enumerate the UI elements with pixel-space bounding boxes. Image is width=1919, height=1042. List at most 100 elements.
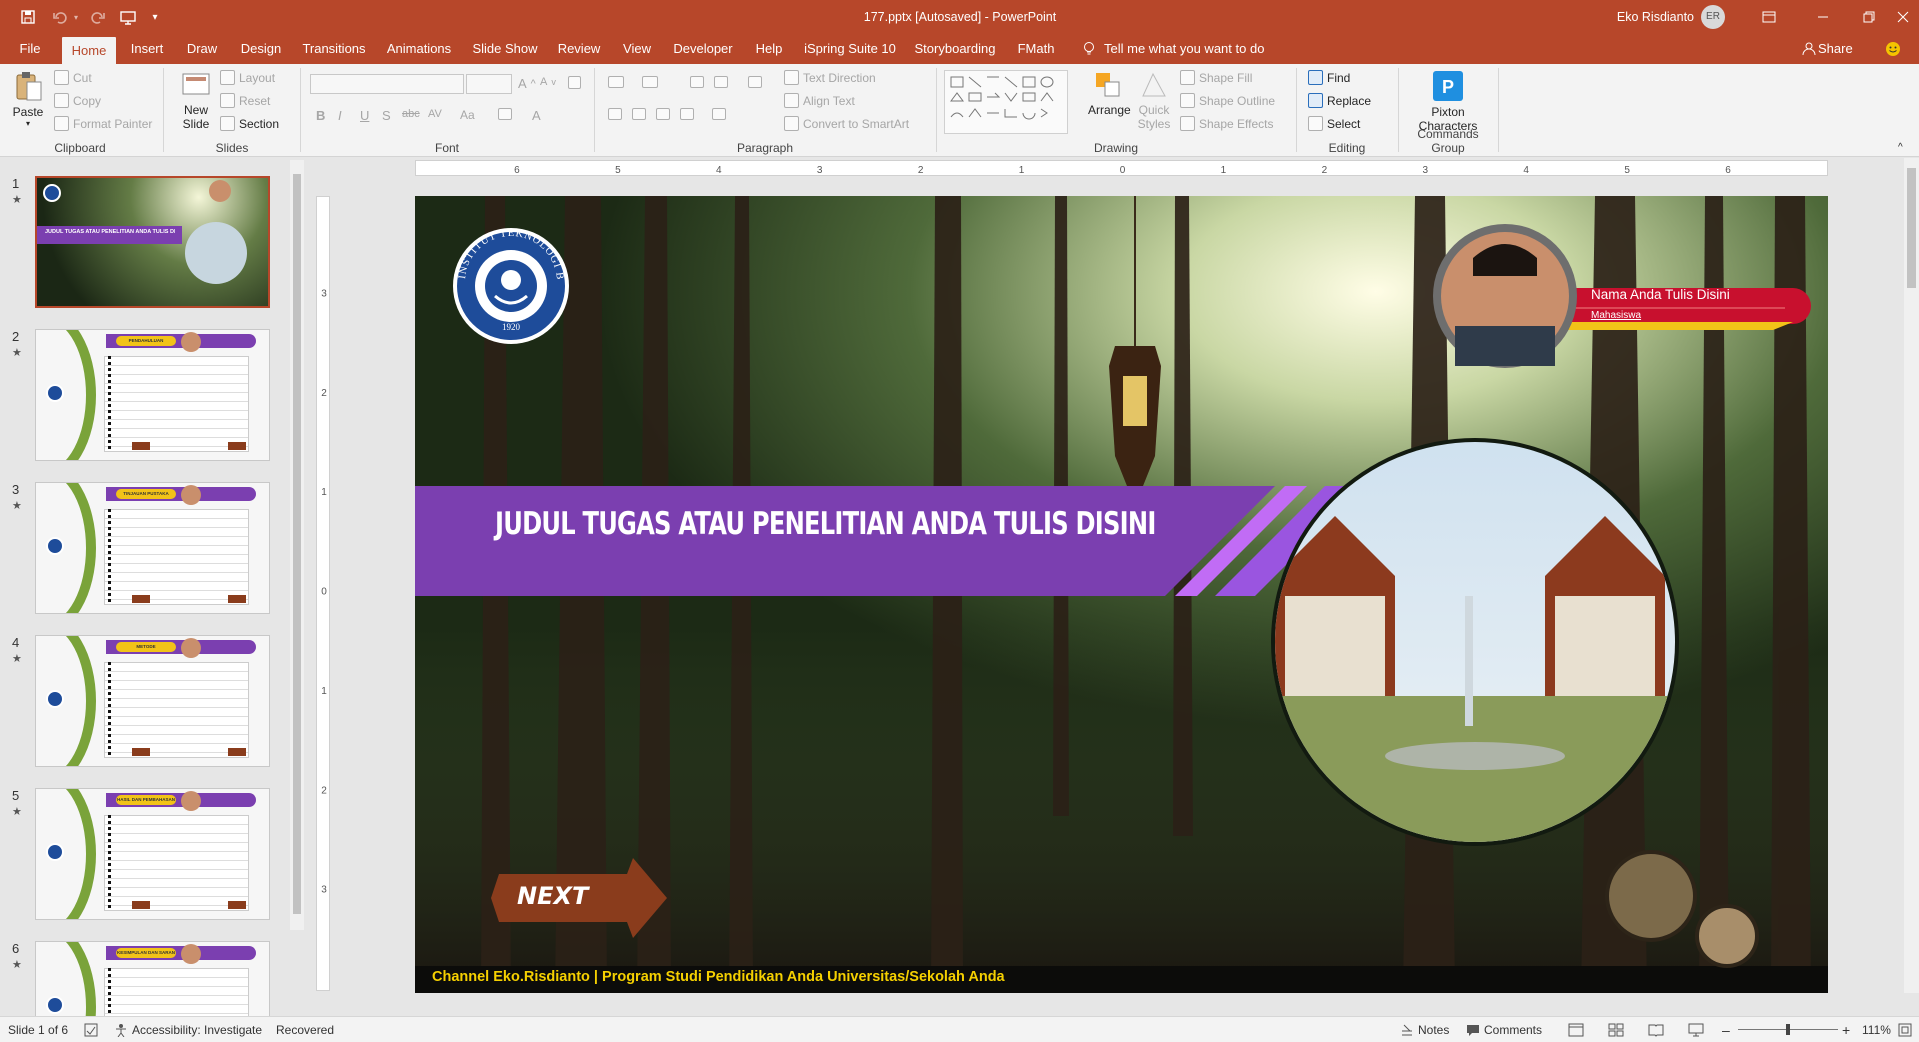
- share-button[interactable]: Share: [1818, 34, 1858, 64]
- columns-icon[interactable]: [712, 108, 726, 120]
- tab-transitions[interactable]: Transitions: [298, 34, 370, 64]
- align-text-button[interactable]: Align Text: [784, 93, 855, 108]
- zoom-level[interactable]: 111%: [1862, 1017, 1891, 1042]
- justify-icon[interactable]: [680, 108, 694, 120]
- presenter-name[interactable]: Nama Anda Tulis Disini: [1591, 287, 1791, 309]
- tab-draw[interactable]: Draw: [178, 34, 226, 64]
- slide-thumbnail[interactable]: HASIL DAN PEMBAHASAN: [35, 788, 270, 920]
- tab-ispring-suite[interactable]: iSpring Suite 10: [800, 34, 900, 64]
- restore-icon[interactable]: [1846, 0, 1892, 34]
- decrease-font-size-icon[interactable]: Av: [540, 76, 556, 88]
- character-spacing-icon[interactable]: AV: [428, 108, 442, 120]
- bullets-icon[interactable]: [608, 76, 624, 88]
- new-slide-button[interactable]: New Slide: [176, 70, 216, 131]
- tab-developer[interactable]: Developer: [668, 34, 738, 64]
- undo-icon[interactable]: [48, 0, 72, 34]
- zoom-in-icon[interactable]: +: [1842, 1017, 1850, 1042]
- slide-thumbnail[interactable]: JUDUL TUGAS ATAU PENELITIAN ANDA TULIS D…: [35, 176, 270, 308]
- cut-button[interactable]: Cut: [54, 70, 92, 85]
- tab-review[interactable]: Review: [552, 34, 606, 64]
- tab-help[interactable]: Help: [748, 34, 790, 64]
- tab-animations[interactable]: Animations: [380, 34, 458, 64]
- collapse-ribbon-icon[interactable]: ^: [1898, 142, 1903, 153]
- avatar[interactable]: ER: [1700, 0, 1726, 34]
- quick-styles-button[interactable]: Quick Styles: [1136, 70, 1172, 131]
- replace-button[interactable]: Replace: [1308, 93, 1371, 108]
- next-button[interactable]: NEXT: [517, 882, 607, 914]
- customize-qat-icon[interactable]: ▾: [146, 0, 164, 34]
- shapes-gallery[interactable]: [944, 70, 1068, 134]
- spelling-icon[interactable]: [84, 1017, 98, 1042]
- paste-dropdown-icon[interactable]: ▾: [10, 119, 46, 128]
- slide-thumbnail[interactable]: METODE: [35, 635, 270, 767]
- tab-storyboarding[interactable]: Storyboarding: [910, 34, 1000, 64]
- zoom-slider[interactable]: [1738, 1017, 1838, 1042]
- change-case-icon[interactable]: Aa: [460, 108, 475, 122]
- start-from-beginning-icon[interactable]: [116, 0, 140, 34]
- font-color-icon[interactable]: A: [532, 108, 541, 123]
- numbering-icon[interactable]: [642, 76, 658, 88]
- shape-outline-button[interactable]: Shape Outline: [1180, 93, 1275, 108]
- clear-formatting-icon[interactable]: [568, 76, 581, 89]
- ribbon-display-options-icon[interactable]: [1746, 0, 1792, 34]
- decrease-indent-icon[interactable]: [690, 76, 704, 88]
- comments-button[interactable]: Comments: [1484, 1017, 1542, 1042]
- line-spacing-icon[interactable]: [748, 76, 762, 88]
- accessibility-status[interactable]: Accessibility: Investigate: [132, 1017, 262, 1042]
- slide-scroll-thumb[interactable]: [1907, 168, 1916, 288]
- bold-icon[interactable]: B: [316, 108, 325, 123]
- slide-footer[interactable]: Channel Eko.Risdianto | Program Studi Pe…: [432, 969, 1332, 991]
- notes-icon[interactable]: [1400, 1017, 1414, 1042]
- copy-button[interactable]: Copy: [54, 93, 101, 108]
- save-icon[interactable]: [16, 0, 40, 34]
- reset-button[interactable]: Reset: [220, 93, 270, 108]
- notes-button[interactable]: Notes: [1418, 1017, 1449, 1042]
- comments-icon[interactable]: [1466, 1017, 1480, 1042]
- slide-sorter-icon[interactable]: [1608, 1017, 1624, 1042]
- tab-insert[interactable]: Insert: [124, 34, 170, 64]
- find-button[interactable]: Find: [1308, 70, 1350, 85]
- thumbnails-scroll-thumb[interactable]: [293, 174, 301, 914]
- highlight-icon[interactable]: [498, 108, 512, 120]
- convert-smartart-button[interactable]: Convert to SmartArt: [784, 116, 909, 131]
- increase-font-size-icon[interactable]: A ^: [518, 76, 536, 91]
- slide-scrollbar[interactable]: [1904, 158, 1919, 993]
- thumbnails-scrollbar[interactable]: [290, 160, 304, 930]
- fit-to-window-icon[interactable]: [1898, 1017, 1912, 1042]
- redo-icon[interactable]: [86, 0, 110, 34]
- align-left-icon[interactable]: [608, 108, 622, 120]
- tab-fmath[interactable]: FMath: [1010, 34, 1062, 64]
- tell-me-search[interactable]: Tell me what you want to do: [1104, 34, 1284, 64]
- slide-canvas[interactable]: INSTITUT TEKNOLOGI BANDUNG 1920 JUDUL TU…: [415, 196, 1828, 993]
- slide-thumbnail[interactable]: TINJAUAN PUSTAKA: [35, 482, 270, 614]
- zoom-slider-thumb[interactable]: [1786, 1024, 1790, 1035]
- arrange-button[interactable]: Arrange: [1088, 70, 1131, 117]
- paste-button[interactable]: Paste ▾: [10, 70, 46, 134]
- undo-dropdown-icon[interactable]: ▾: [70, 0, 82, 34]
- section-button[interactable]: Section: [220, 116, 279, 131]
- pixton-characters-button[interactable]: P Pixton Characters: [1412, 70, 1484, 133]
- slide-thumbnail[interactable]: PENDAHULUAN: [35, 329, 270, 461]
- user-name[interactable]: Eko Risdianto: [1612, 0, 1694, 34]
- align-center-icon[interactable]: [632, 108, 646, 120]
- tab-view[interactable]: View: [616, 34, 658, 64]
- tab-design[interactable]: Design: [232, 34, 290, 64]
- reading-view-icon[interactable]: [1648, 1017, 1664, 1042]
- slide-title[interactable]: JUDUL TUGAS ATAU PENELITIAN ANDA TULIS D…: [495, 506, 1156, 550]
- strikethrough-icon[interactable]: abc: [402, 108, 420, 120]
- close-icon[interactable]: [1888, 0, 1918, 34]
- format-painter-button[interactable]: Format Painter: [54, 116, 152, 131]
- tab-file[interactable]: File: [10, 34, 50, 64]
- feedback-smiley-icon[interactable]: [1882, 34, 1904, 64]
- shadow-icon[interactable]: S: [382, 108, 391, 123]
- accessibility-icon[interactable]: [114, 1017, 128, 1042]
- align-right-icon[interactable]: [656, 108, 670, 120]
- presenter-role[interactable]: Mahasiswa: [1591, 310, 1711, 324]
- tab-home[interactable]: Home: [62, 37, 116, 64]
- layout-button[interactable]: Layout: [220, 70, 275, 85]
- font-size-combo[interactable]: [466, 74, 512, 94]
- normal-view-icon[interactable]: [1568, 1017, 1584, 1042]
- slide-show-icon[interactable]: [1688, 1017, 1704, 1042]
- text-direction-button[interactable]: Text Direction: [784, 70, 876, 85]
- tab-slide-show[interactable]: Slide Show: [468, 34, 542, 64]
